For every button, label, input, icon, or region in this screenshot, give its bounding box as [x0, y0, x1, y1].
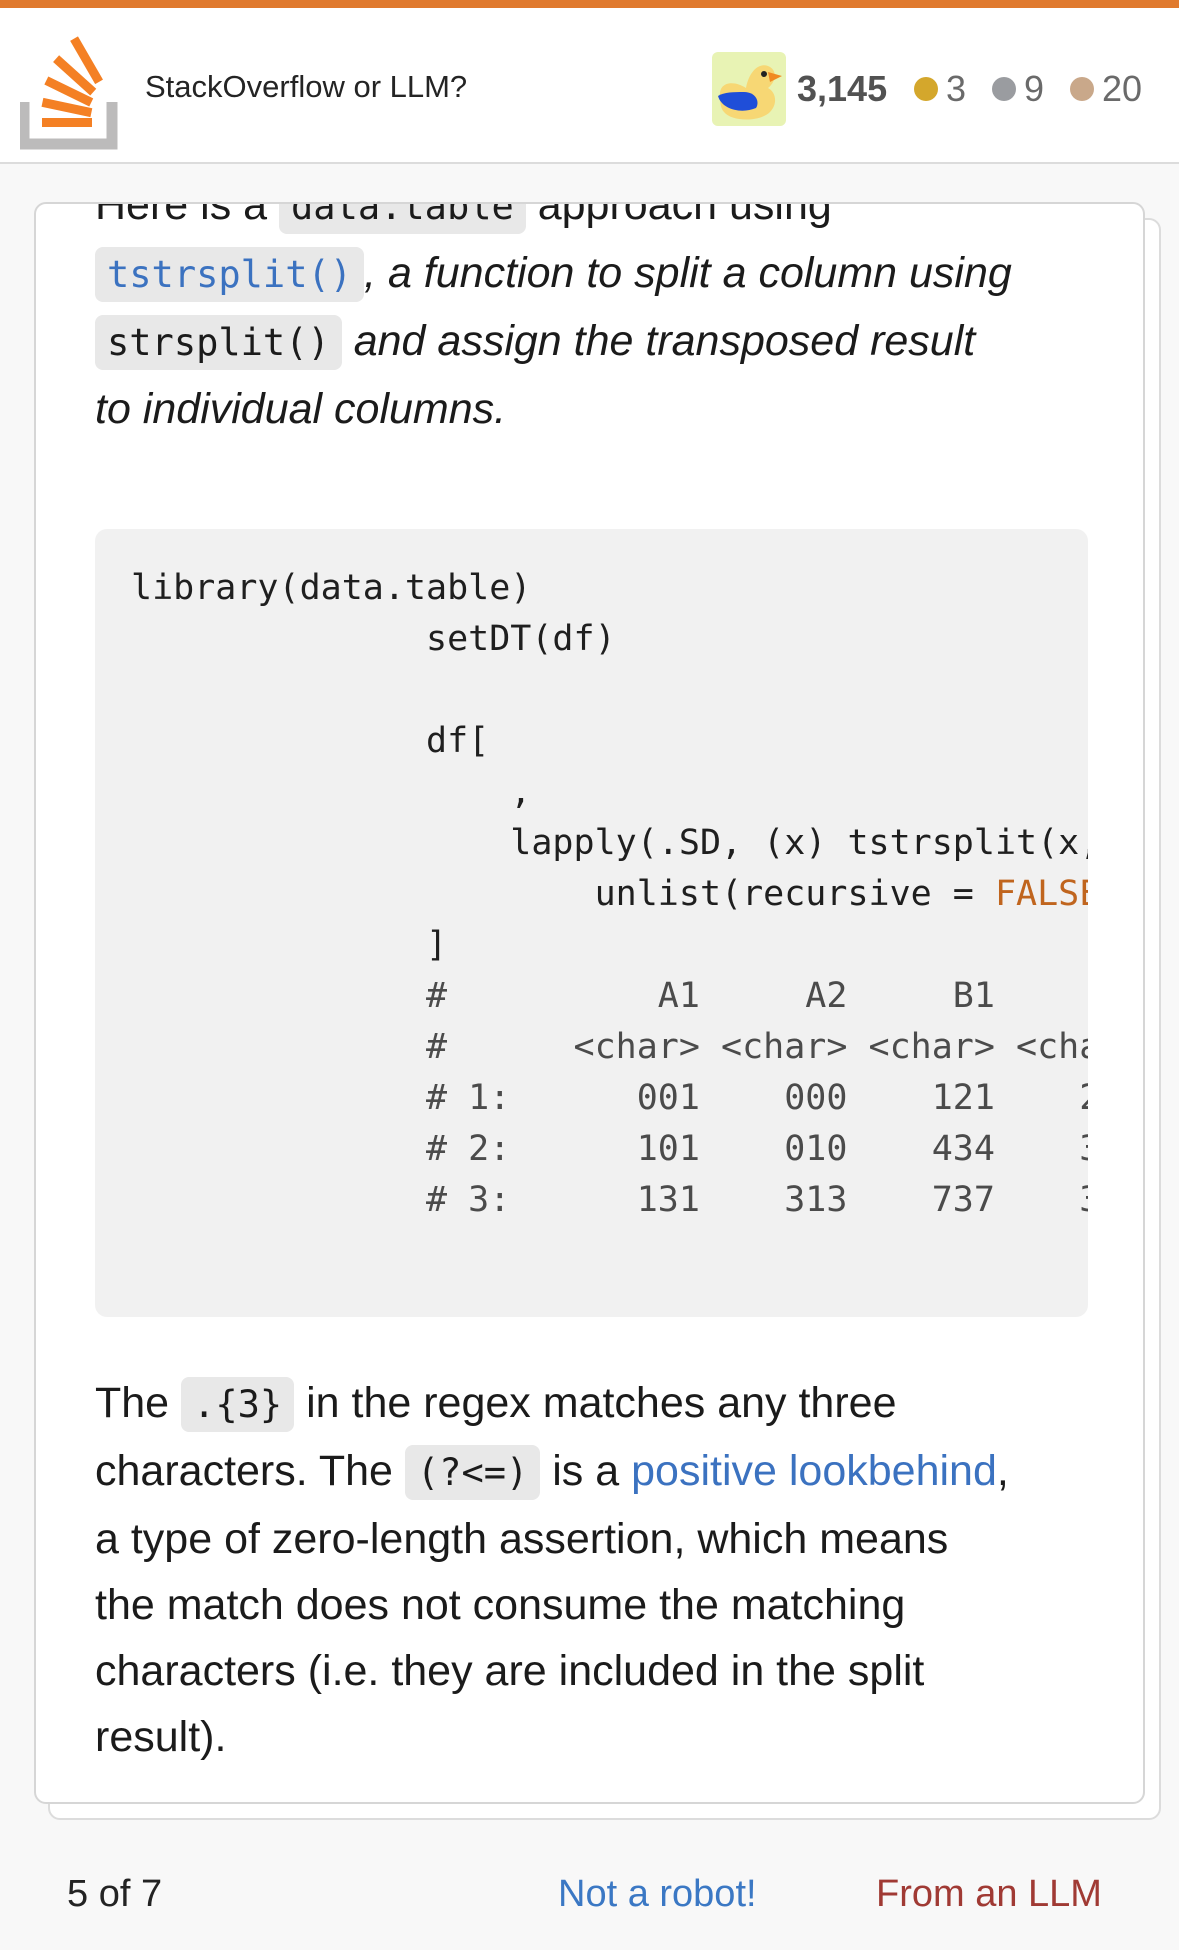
gold-count: 3 — [946, 68, 967, 109]
bronze-count: 20 — [1102, 68, 1143, 109]
code-line: setDT(df) — [131, 619, 616, 659]
inline-code-quantifier: .{3} — [181, 1377, 295, 1432]
silver-count: 9 — [1024, 68, 1045, 109]
explanation-line-4: the match does not consume the matching — [95, 1581, 906, 1629]
stackoverflow-logo-icon[interactable] — [18, 32, 120, 150]
silver-badge-count: 9 — [992, 68, 1044, 110]
code-line: df[ — [131, 721, 490, 761]
code-text: library(data.table) setDT(df) df[ , lapp… — [131, 563, 1088, 1226]
top-accent-bar — [0, 0, 1179, 8]
intro-line-1: Here is a data.table approach using — [95, 204, 1095, 240]
inline-code-data-table: data.table — [279, 204, 526, 234]
code-line: # 2: 101 010 434 343 — [131, 1129, 1088, 1169]
from-an-llm-button[interactable]: From an LLM — [876, 1873, 1102, 1916]
tstrsplit-link[interactable]: tstrsplit() — [95, 247, 365, 302]
gold-badge-count: 3 — [914, 68, 966, 110]
inline-code-lookbehind: (?<=) — [404, 1445, 541, 1500]
question-counter: 5 of 7 — [67, 1873, 163, 1915]
intro-line-3: strsplit() and assign the transposed res… — [95, 308, 1095, 376]
positive-lookbehind-link[interactable]: positive lookbehind — [631, 1447, 997, 1495]
inline-code-strsplit: strsplit() — [95, 315, 342, 370]
code-line: unlist(recursive = FALSE) — [131, 874, 1088, 914]
answer-card[interactable]: Here is a data.table approach using tstr… — [34, 202, 1145, 1804]
code-line: # <char> <char> <char> <char> — [131, 1027, 1088, 1067]
app-header: StackOverflow or LLM? 3,145 3 9 20 — [0, 8, 1179, 164]
code-line: library(data.table) — [131, 568, 532, 608]
code-line: lapply(.SD, (x) tstrsplit(x, "(?<=.{3})"… — [510, 823, 1088, 863]
code-line: ] — [131, 925, 448, 965]
code-line: # A1 A2 B1 B2 — [131, 976, 1088, 1016]
code-line: , — [131, 772, 532, 812]
explanation-line-2: characters. The (?<=) is a positive look… — [95, 1438, 1105, 1506]
silver-badge-icon — [992, 77, 1016, 101]
answer-intro: Here is a data.table approach using tstr… — [95, 204, 1095, 442]
reputation-score: 3,145 — [797, 68, 888, 109]
explanation-line-3: a type of zero-length assertion, which m… — [95, 1515, 949, 1563]
code-line: # 1: 001 000 121 211 — [131, 1078, 1088, 1118]
code-line: # 3: 131 313 737 373 — [131, 1180, 1088, 1220]
explanation-line-6: result). — [95, 1713, 227, 1761]
gold-badge-icon — [914, 77, 938, 101]
intro-line-4: to individual columns. — [95, 385, 507, 433]
intro-line-2: tstrsplit(), a function to split a colum… — [95, 240, 1095, 308]
explanation-line-1: The .{3} in the regex matches any three — [95, 1370, 1105, 1438]
explanation-line-5: characters (i.e. they are included in th… — [95, 1647, 925, 1695]
bronze-badge-count: 20 — [1070, 68, 1142, 110]
app-title: StackOverflow or LLM? — [145, 69, 468, 104]
bronze-badge-icon — [1070, 77, 1094, 101]
footer-bar: 5 of 7 Not a robot! From an LLM — [0, 1835, 1179, 1950]
answer-explanation: The .{3} in the regex matches any three … — [95, 1370, 1105, 1770]
not-a-robot-button[interactable]: Not a robot! — [558, 1873, 757, 1916]
code-block[interactable]: library(data.table) setDT(df) df[ , lapp… — [95, 529, 1088, 1317]
rubber-duck-avatar[interactable] — [712, 52, 786, 126]
